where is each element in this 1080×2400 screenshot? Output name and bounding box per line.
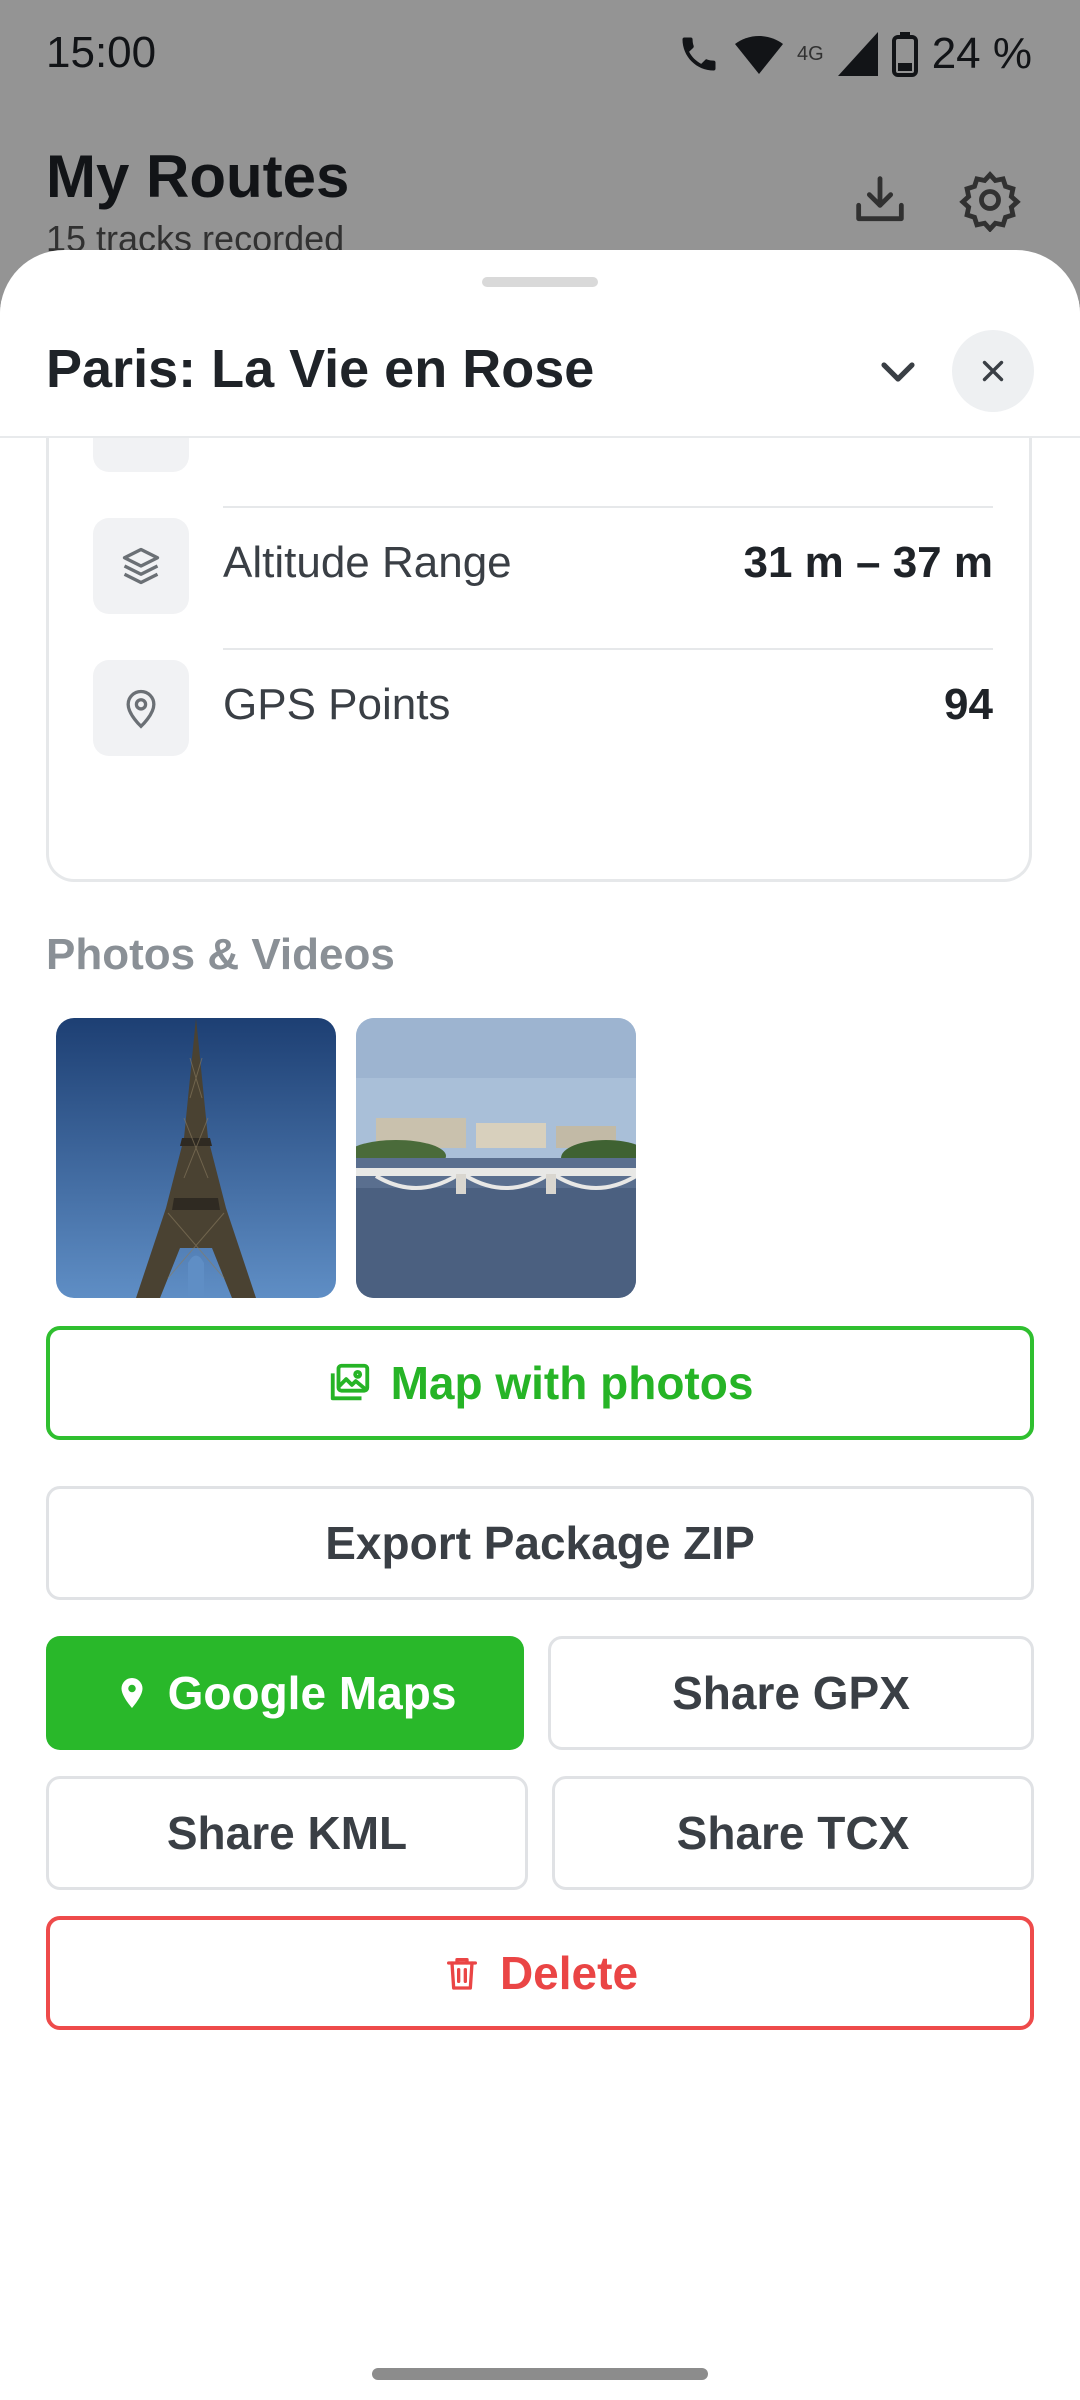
home-indicator[interactable] [372, 2368, 708, 2380]
stat-label: GPS Points [223, 680, 451, 729]
eiffel-tower-photo[interactable] [56, 1018, 336, 1298]
export-zip-label: Export Package ZIP [325, 1517, 755, 1569]
map-with-photos-button[interactable]: Map with photos [46, 1326, 1034, 1440]
delete-label: Delete [499, 1947, 639, 1999]
share-tcx-label: Share TCX [676, 1807, 910, 1859]
route-details-sheet: Elevation Gain 40 m Altitude Range 31 m … [0, 250, 1080, 2400]
image-icon [330, 1363, 369, 1401]
delete-button[interactable]: Delete [46, 1916, 1034, 2030]
chevron-down-icon[interactable] [870, 344, 926, 400]
close-icon [982, 360, 1004, 382]
map-pin-icon [93, 660, 189, 756]
stat-value: 31 m – 37 m [743, 538, 994, 587]
route-title: Paris: La Vie en Rose [46, 339, 595, 399]
stat-row-gps-points: GPS Points 94 [93, 650, 993, 792]
map-with-photos-label: Map with photos [390, 1357, 754, 1409]
seine-bridge-photo[interactable] [356, 1018, 636, 1298]
export-zip-button[interactable]: Export Package ZIP [46, 1486, 1034, 1600]
photos-section-title: Photos & Videos [46, 930, 395, 979]
sheet-drag-handle[interactable] [482, 277, 598, 287]
layers-icon [93, 518, 189, 614]
stats-card: Elevation Gain 40 m Altitude Range 31 m … [46, 370, 1032, 882]
sheet-header: Paris: La Vie en Rose [0, 300, 1080, 438]
share-kml-label: Share KML [166, 1807, 408, 1859]
trash-icon [446, 1958, 477, 1990]
share-tcx-button[interactable]: Share TCX [552, 1776, 1034, 1890]
share-gpx-button[interactable]: Share GPX [548, 1636, 1034, 1750]
share-kml-button[interactable]: Share KML [46, 1776, 528, 1890]
close-button[interactable] [952, 330, 1034, 412]
stat-label: Altitude Range [223, 538, 512, 587]
share-gpx-label: Share GPX [672, 1667, 910, 1719]
google-maps-label: Google Maps [167, 1667, 457, 1719]
map-pin-icon [121, 1678, 143, 1708]
stat-row-altitude-range: Altitude Range 31 m – 37 m [93, 508, 993, 650]
stat-value: 94 [944, 680, 993, 729]
google-maps-button[interactable]: Google Maps [46, 1636, 524, 1750]
